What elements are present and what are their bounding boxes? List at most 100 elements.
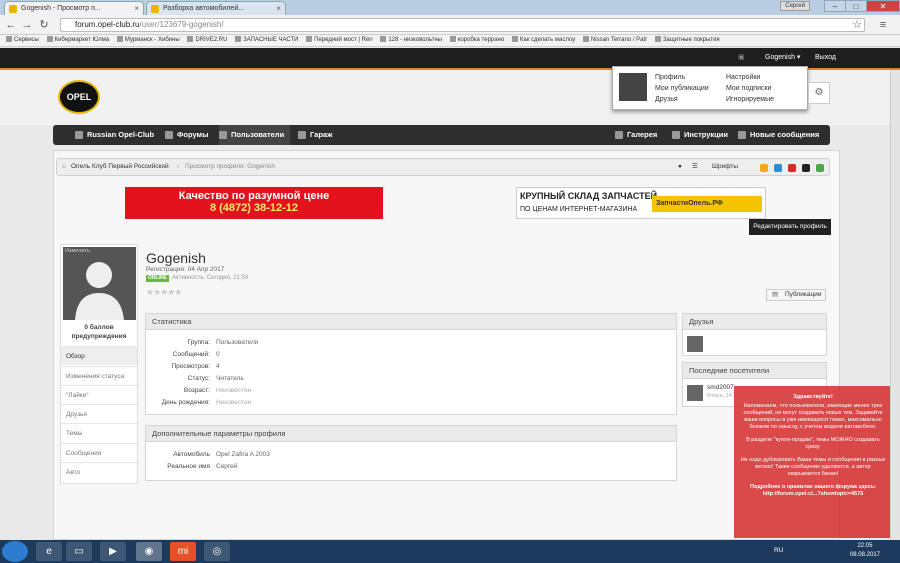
bookmark-star-icon[interactable]: ☆ — [850, 18, 864, 32]
color-swatch-orange[interactable] — [760, 164, 768, 172]
language-indicator[interactable]: RU — [774, 547, 783, 554]
color-swatch-green[interactable] — [816, 164, 824, 172]
minimize-icon[interactable]: – — [824, 0, 846, 12]
close-window-icon[interactable]: ✕ — [866, 0, 900, 12]
nav-label: Russian Opel-Club — [87, 130, 155, 139]
friends-panel: Друзья — [682, 313, 827, 356]
logout-link[interactable]: Выход — [815, 48, 836, 68]
bookmark-item[interactable]: Передний мост | Ren — [306, 35, 373, 46]
stat-key: Просмотров: — [171, 363, 210, 370]
gear-icon[interactable]: ⚙ — [808, 82, 830, 104]
nav-label: Новые сообщения — [750, 130, 820, 139]
tab-label: Разборка автомобилей... — [163, 5, 245, 12]
nav-instructions[interactable]: Инструкции — [672, 125, 728, 145]
user-icon[interactable]: ▣ — [738, 48, 745, 68]
avatar[interactable] — [619, 73, 647, 101]
extra-value: Сергей — [216, 463, 238, 470]
color-swatch-red[interactable] — [788, 164, 796, 172]
breadcrumb-home[interactable]: Опель Клуб Первый Российский — [71, 159, 169, 175]
bookmark-item[interactable]: 128 - низковольтны — [380, 35, 442, 46]
help-icon[interactable]: ● — [678, 159, 682, 175]
user-dropdown: Профиль Мои публикации Друзья Настройки … — [612, 66, 808, 110]
menu-icon[interactable]: ≡ — [876, 18, 890, 32]
instructions-icon — [672, 131, 680, 139]
rules-notice[interactable]: Здравствуйте! Напоминаем, что пользовате… — [734, 386, 892, 538]
mi-icon[interactable]: mi — [170, 542, 196, 561]
reload-icon[interactable]: ↻ — [37, 18, 51, 32]
user-menu-label: Gogenish — [765, 54, 795, 61]
tab-label: Gogenish - Просмотр п... — [21, 5, 101, 12]
nav-new-posts[interactable]: Новые сообщения — [738, 125, 819, 145]
publications-button[interactable]: ▤ Публикации — [766, 289, 826, 301]
nav-label: Инструкции — [684, 130, 729, 139]
page-scrollbar[interactable] — [890, 70, 900, 540]
ad-banner-quality[interactable]: Качество по разумной цене 8 (4872) 38-12… — [125, 187, 383, 219]
tab-razborka[interactable]: Разборка автомобилей... × — [146, 1, 286, 15]
bookmark-icon — [6, 36, 12, 43]
maximize-icon[interactable]: □ — [845, 0, 867, 12]
color-swatch-black[interactable] — [802, 164, 810, 172]
dropdown-my-posts[interactable]: Мои публикации — [655, 85, 709, 92]
banner-phone: 8 (4872) 38-12-12 — [209, 202, 299, 214]
stat-value: Пользователи — [216, 339, 259, 346]
nav-users[interactable]: Пользователи — [219, 125, 291, 145]
bookmark-item[interactable]: Как сделать маслоу — [511, 35, 575, 46]
avatar[interactable] — [63, 247, 136, 320]
forward-icon[interactable]: → — [20, 18, 34, 32]
edit-profile-button[interactable]: Редактировать профиль — [749, 219, 831, 235]
stat-key: Возраст: — [183, 387, 210, 394]
dropdown-friends[interactable]: Друзья — [655, 96, 678, 103]
nav-gallery[interactable]: Галерея — [615, 125, 657, 145]
bookmark-item[interactable]: Защитные покрытия — [654, 35, 720, 46]
tab-gogenish[interactable]: Gogenish - Просмотр п... × — [4, 1, 144, 15]
visitor-name[interactable]: smd2007 — [707, 384, 734, 391]
banner-headline: КРУПНЫЙ СКЛАД ЗАПЧАСТЕЙ — [520, 191, 658, 201]
bookmark-item[interactable]: DRIVE2.RU — [187, 35, 227, 46]
chevron-down-icon: ▾ — [796, 54, 801, 61]
bookmark-item[interactable]: ЗАПАСНЫЕ ЧАСТИ — [235, 35, 298, 46]
nav-russian-opel-club[interactable]: Russian Opel-Club — [75, 125, 154, 145]
clock[interactable]: 22:05 08.08.2017 — [850, 542, 880, 560]
bookmark-item[interactable]: коробка террано — [449, 35, 505, 46]
back-icon[interactable]: ← — [4, 18, 18, 32]
change-avatar-link[interactable]: Изменить — [65, 248, 90, 254]
address-bar[interactable]: forum.opel-club.ru/user/123679-gogenish/ — [60, 18, 865, 32]
bookmark-item[interactable]: Кибермаркет Юлма — [46, 35, 109, 46]
explorer-icon[interactable]: ▭ — [66, 542, 92, 561]
bookmark-label: Мурманск - Хибины — [124, 37, 180, 43]
registration-date: Регистрация: 04 Апр 2017 — [146, 266, 225, 273]
chrome-icon[interactable]: ◉ — [136, 542, 162, 561]
ie-icon[interactable]: e — [36, 542, 62, 561]
close-tab-icon[interactable]: × — [276, 2, 281, 15]
nav-forums[interactable]: Форумы — [165, 125, 209, 145]
list-icon[interactable]: ☰ — [692, 159, 698, 175]
app-icon[interactable]: ◎ — [204, 542, 230, 561]
profile-chip[interactable]: Сергей — [780, 1, 810, 11]
bookmark-label: коробка террано — [457, 37, 505, 43]
stat-key: Сообщений: — [172, 351, 210, 358]
dropdown-subscriptions[interactable]: Мои подписки — [726, 85, 771, 92]
dropdown-profile[interactable]: Профиль — [655, 74, 685, 81]
color-swatch-blue[interactable] — [774, 164, 782, 172]
avatar[interactable] — [687, 336, 703, 352]
sidebar-item-topics[interactable]: Темы — [61, 423, 137, 442]
bookmark-item[interactable]: Сервисы — [6, 35, 39, 46]
url-host: forum.opel-club.ru — [75, 20, 140, 29]
bookmark-item[interactable]: Мурманск - Хибины — [116, 35, 180, 46]
fonts-label[interactable]: Шрифты — [712, 159, 738, 175]
windows-start-icon[interactable] — [2, 541, 28, 562]
dropdown-ignored[interactable]: Игнорируемые — [726, 96, 774, 103]
gallery-icon — [615, 131, 623, 139]
user-menu-toggle[interactable]: Gogenish ▾ — [765, 48, 800, 68]
rating-stars-icon[interactable]: ★★★★★ — [146, 287, 182, 298]
ad-banner-parts[interactable]: КРУПНЫЙ СКЛАД ЗАПЧАСТЕЙ ПО ЦЕНАМ ИНТЕРНЕ… — [516, 187, 766, 219]
close-tab-icon[interactable]: × — [134, 2, 139, 15]
media-player-icon[interactable]: ▶ — [100, 542, 126, 561]
bookmark-item[interactable]: Nissan Terrano / Patr — [582, 35, 647, 46]
avatar[interactable] — [687, 385, 703, 401]
site-favicon-icon — [151, 5, 159, 13]
opel-club-logo[interactable]: OPEL — [58, 80, 100, 114]
nav-garage[interactable]: Гараж — [298, 125, 332, 145]
bookmark-icon — [511, 36, 518, 43]
dropdown-settings[interactable]: Настройки — [726, 74, 760, 81]
